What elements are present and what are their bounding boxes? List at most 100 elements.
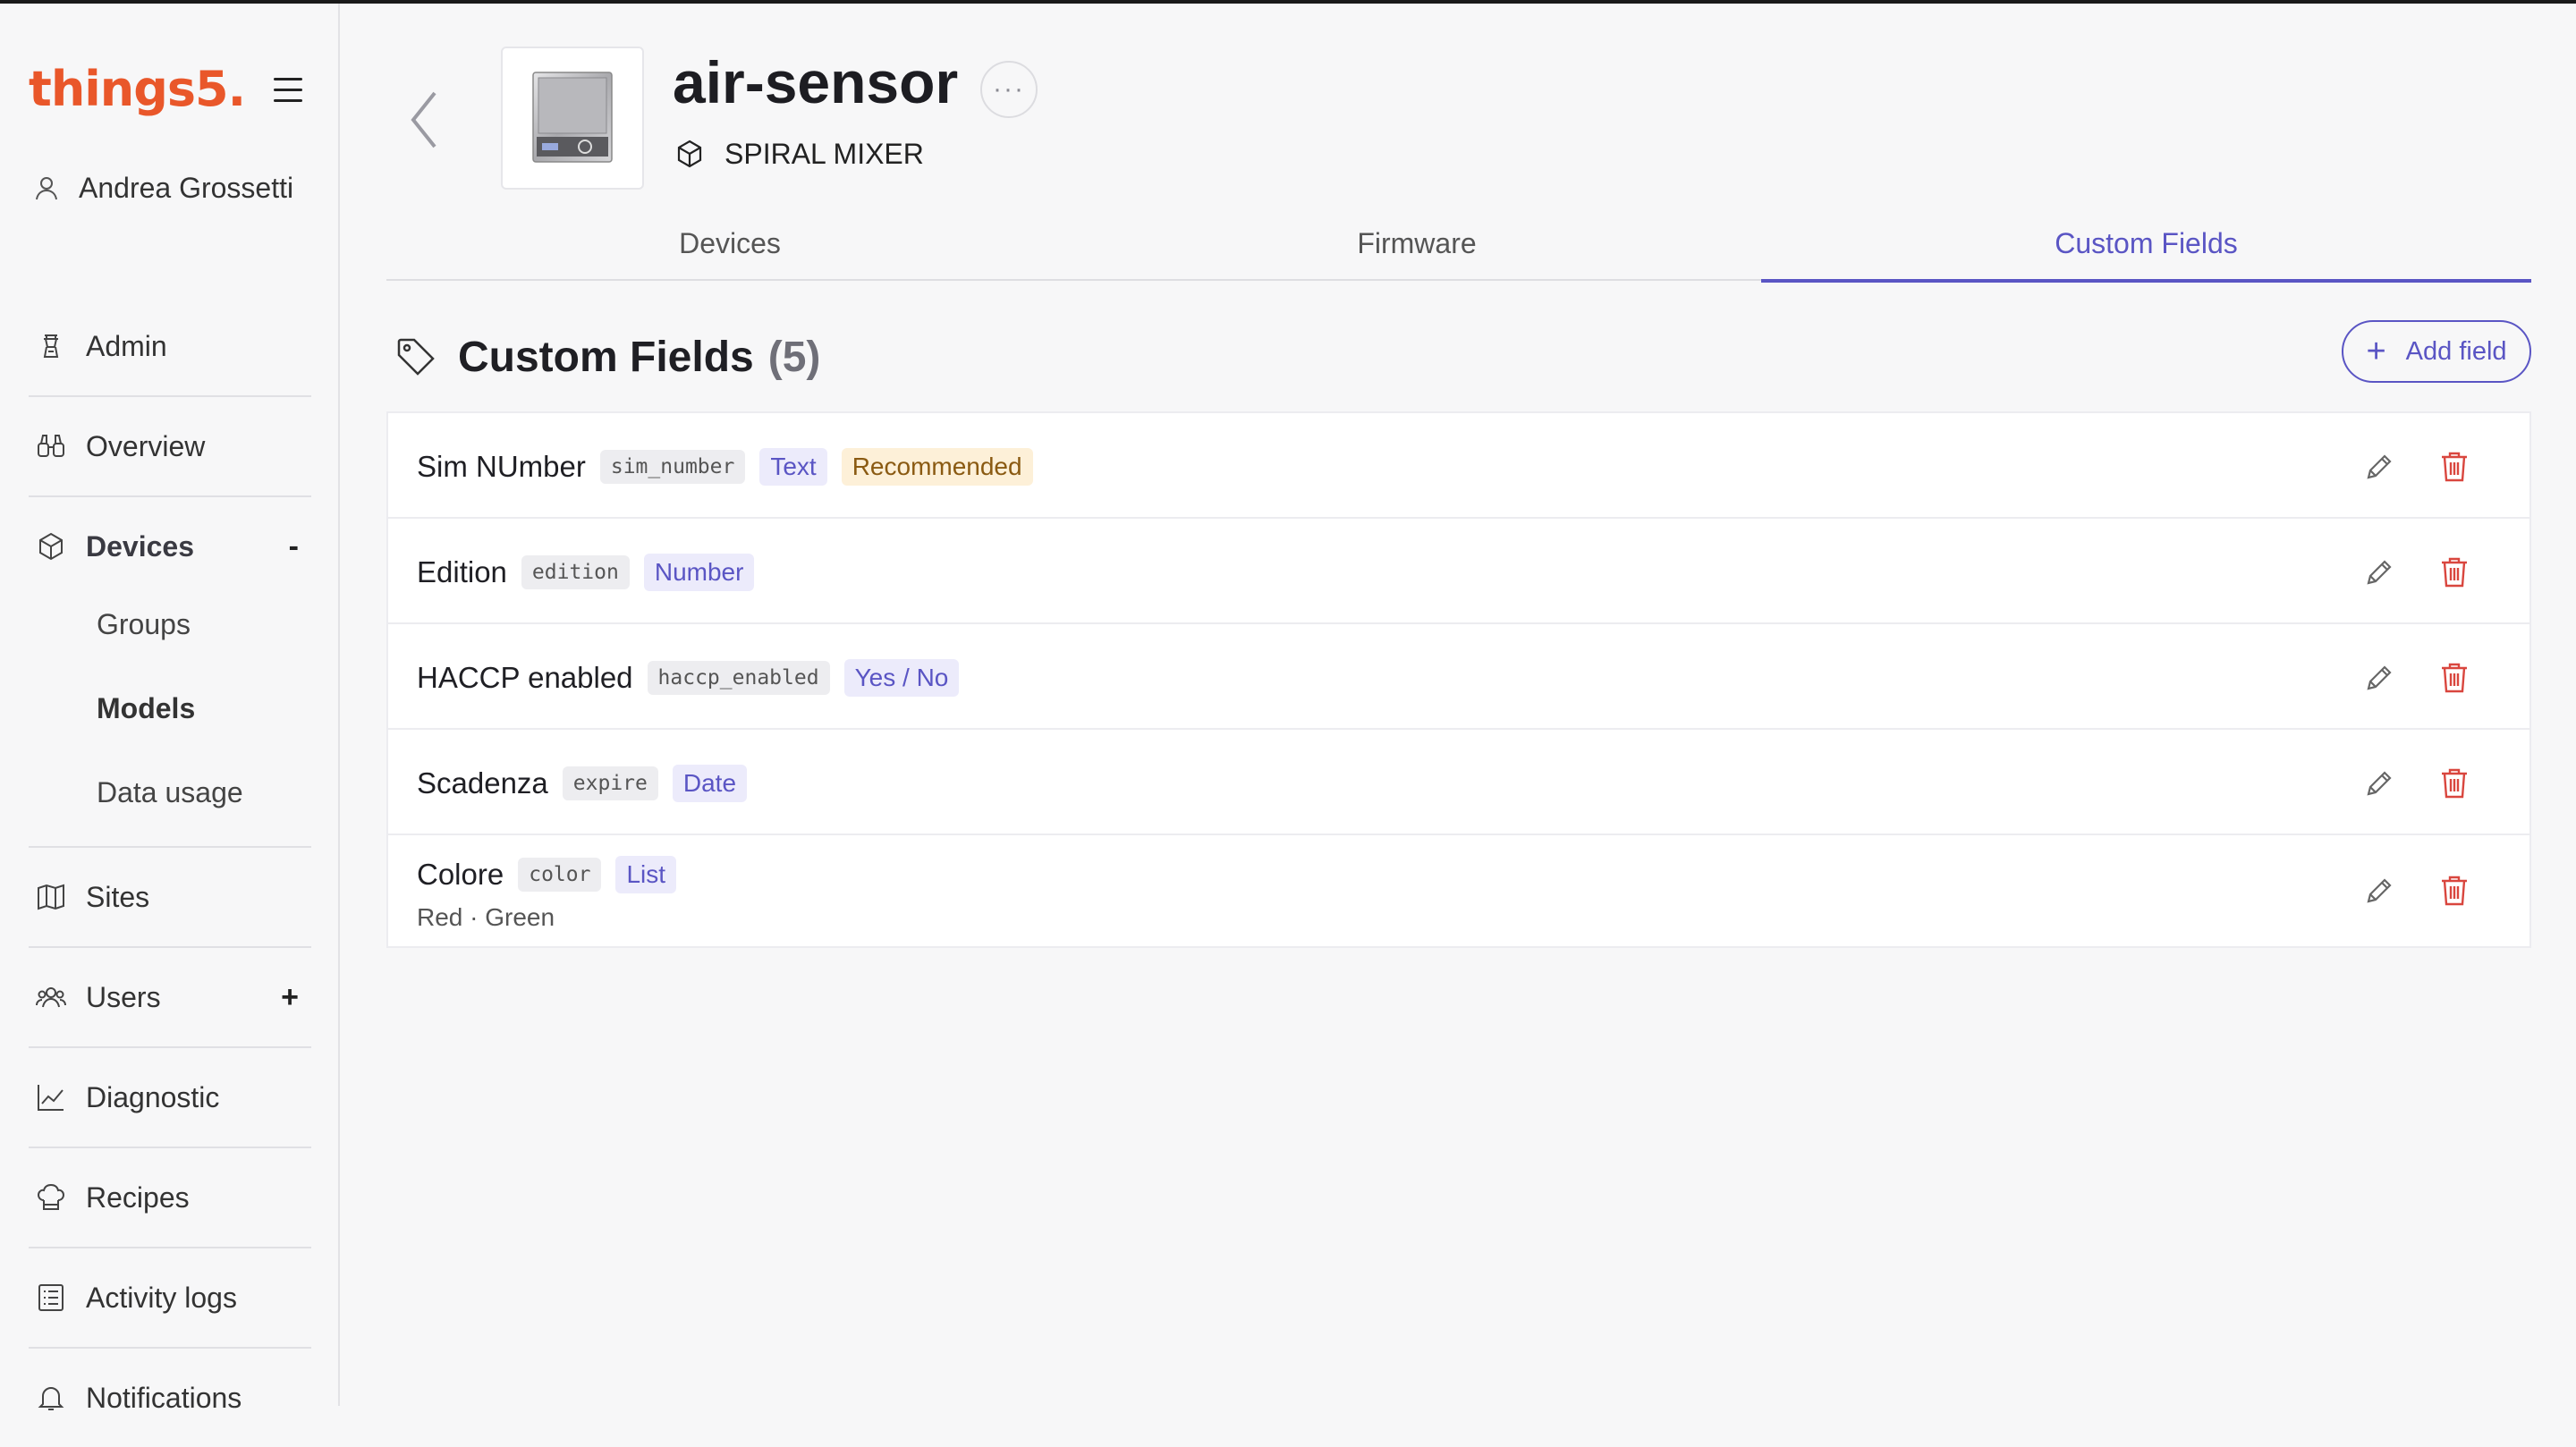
list-item: HACCP enabled haccp_enabled Yes / No [388,624,2529,730]
edit-button[interactable] [2360,447,2399,487]
chart-line-icon [38,1085,64,1111]
delete-button[interactable] [2435,447,2474,487]
list-item: Sim NUmber sim_number Text Recommended [388,413,2529,519]
sidebar-item-admin[interactable]: Admin [29,297,311,395]
delete-button[interactable] [2435,658,2474,698]
field-key-badge: haccp_enabled [647,661,830,695]
sidebar-item-label: Users [86,980,161,1013]
field-key-badge: edition [521,555,630,589]
collapse-toggle[interactable]: - [289,529,299,564]
pencil-icon [2367,560,2392,585]
more-options-button[interactable]: ··· [980,61,1038,118]
model-type-label: SPIRAL MIXER [724,137,924,170]
sidebar-subitem-data-usage[interactable]: Data usage [97,766,243,819]
section-title: Custom Fields [458,333,754,381]
hamburger-line [274,99,302,102]
delete-button[interactable] [2435,764,2474,803]
trash-icon [2442,768,2467,799]
edit-button[interactable] [2360,871,2399,910]
user-profile[interactable]: Andrea Grossetti [32,170,293,206]
tab-firmware[interactable]: Firmware [1073,206,1760,281]
section-header: Custom Fields (5) [394,326,820,388]
pencil-icon [2367,771,2392,796]
sidebar-item-label: Activity logs [86,1281,237,1314]
tab-custom-fields[interactable]: Custom Fields [1761,206,2531,283]
pencil-icon [2367,454,2392,479]
list-icon [38,1284,64,1311]
field-options: Red · Green [417,903,555,931]
field-type-badge: Yes / No [843,659,960,697]
field-type-badge: Number [643,554,755,591]
chef-hat-icon [37,1183,65,1210]
delete-button[interactable] [2435,871,2474,910]
hamburger-menu-button[interactable] [270,75,306,106]
sidebar-item-label: Notifications [86,1381,242,1414]
sidebar-item-label: Diagnostic [86,1080,220,1113]
oven-image [532,72,613,163]
field-name: Edition [417,555,507,588]
custom-fields-list: Sim NUmber sim_number Text Recommended E… [386,411,2531,948]
model-thumbnail [501,47,644,190]
brand-logo[interactable]: things5. [29,63,246,116]
cube-icon [677,140,702,168]
field-type-badge: Text [759,448,827,486]
trash-icon [2442,663,2467,693]
expand-toggle[interactable]: + [281,980,299,1015]
list-item: Colore color List Red · Green [388,835,2529,946]
trash-icon [2442,557,2467,588]
edit-button[interactable] [2360,764,2399,803]
page-title: air-sensor [673,49,959,115]
sidebar-item-recipes[interactable]: Recipes [29,1148,311,1247]
add-field-label: Add field [2405,336,2507,366]
edit-button[interactable] [2360,658,2399,698]
main-content: air-sensor ··· SPIRAL MIXER Devices Firm… [342,4,2576,1406]
sidebar-subitem-models[interactable]: Models [97,681,195,735]
field-name: Scadenza [417,766,548,800]
hamburger-line [274,89,302,91]
field-type-badge: List [615,856,677,893]
plus-icon: + [2366,333,2386,370]
sidebar-item-notifications[interactable]: Notifications [29,1349,311,1447]
bell-icon [38,1387,64,1410]
sidebar-item-activity-logs[interactable]: Activity logs [29,1248,311,1347]
recommended-badge: Recommended [841,448,1033,486]
add-field-button[interactable]: + Add field [2342,320,2531,383]
sidebar-item-label: Recipes [86,1180,190,1214]
sidebar-subitem-groups[interactable]: Groups [97,597,191,651]
sidebar-item-diagnostic[interactable]: Diagnostic [29,1048,311,1147]
field-name: Sim NUmber [417,450,586,483]
pencil-icon [2367,665,2392,690]
field-key-badge: sim_number [599,450,746,484]
cube-icon [39,532,63,561]
sidebar: things5. Andrea Grossetti Admin Overview… [0,4,340,1414]
tab-bar: Devices Firmware Custom Fields [386,206,2531,283]
binoculars-icon [38,435,64,457]
trash-icon [2442,452,2467,482]
sidebar-item-devices[interactable]: Devices - [29,497,311,596]
field-info: HACCP enabled haccp_enabled Yes / No [417,658,973,698]
field-count: (5) [767,333,821,381]
admin-icon [43,334,59,358]
sidebar-item-label: Overview [86,429,206,462]
sidebar-item-label: Sites [86,880,150,913]
field-type-badge: Date [672,765,748,802]
delete-button[interactable] [2435,553,2474,592]
user-name: Andrea Grossetti [79,171,294,204]
list-item: Edition edition Number [388,519,2529,624]
model-type: SPIRAL MIXER [674,134,924,173]
field-key-badge: color [518,858,602,892]
back-chevron-icon[interactable] [404,84,444,156]
field-info: Edition edition Number [417,553,768,592]
users-icon [36,987,66,1008]
sidebar-item-label: Admin [86,329,167,362]
list-item: Scadenza expire Date [388,730,2529,835]
user-icon [36,177,57,200]
sidebar-item-users[interactable]: Users + [29,948,311,1046]
tag-icon [397,338,435,376]
field-key-badge: expire [562,766,658,800]
tab-devices[interactable]: Devices [386,206,1073,281]
edit-button[interactable] [2360,553,2399,592]
sidebar-item-overview[interactable]: Overview [29,397,311,495]
hamburger-line [274,78,302,80]
sidebar-item-sites[interactable]: Sites [29,848,311,946]
